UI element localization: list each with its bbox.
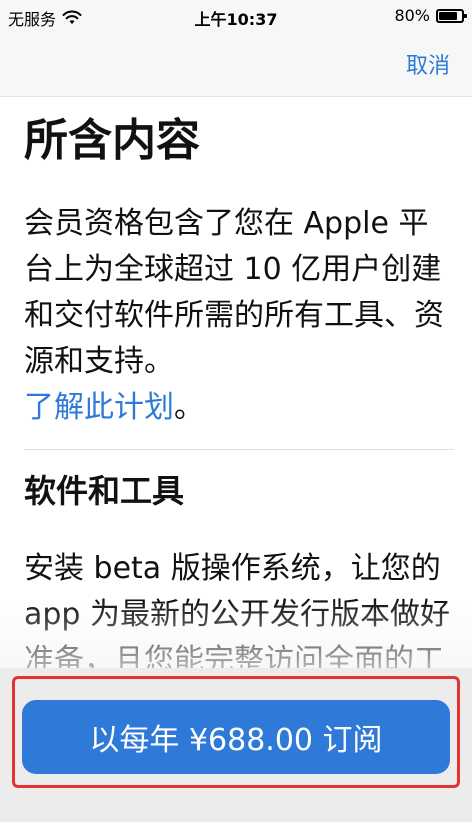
divider xyxy=(24,448,454,450)
status-bar: 无服务 上午10:37 80% xyxy=(0,0,472,32)
subscribe-button[interactable]: 以每年 ¥688.00 订阅 xyxy=(22,700,450,774)
status-right: 80% xyxy=(394,6,467,25)
battery-fill xyxy=(439,11,457,20)
battery-percent: 80% xyxy=(394,6,430,25)
learn-more-suffix: 。 xyxy=(174,389,204,425)
intro-paragraph: 会员资格包含了您在 Apple 平台上为全球超过 10 亿用户创建和交付软件所需… xyxy=(24,201,454,431)
battery-tip xyxy=(464,13,467,18)
page-title: 所含内容 xyxy=(24,115,200,166)
battery-icon xyxy=(436,8,467,23)
cancel-button[interactable]: 取消 xyxy=(406,48,450,80)
nav-bar: 取消 xyxy=(0,32,472,97)
intro-text: 会员资格包含了您在 Apple 平台上为全球超过 10 亿用户创建和交付软件所需… xyxy=(24,205,444,379)
software-heading: 软件和工具 xyxy=(24,471,185,510)
learn-more-link[interactable]: 了解此计划 xyxy=(24,390,174,425)
